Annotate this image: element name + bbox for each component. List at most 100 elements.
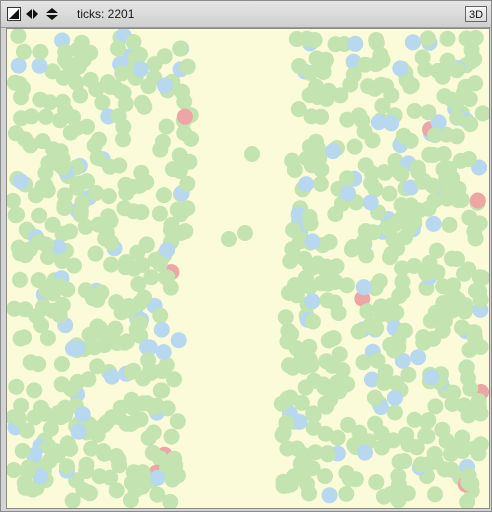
green-agent <box>405 212 422 229</box>
green-agent <box>62 440 79 457</box>
green-agent <box>62 124 79 141</box>
green-agent <box>355 354 372 371</box>
green-agent <box>108 448 125 464</box>
world-view[interactable] <box>6 28 490 509</box>
green-agent <box>397 229 413 246</box>
green-agent <box>51 156 67 173</box>
green-agent <box>319 292 336 309</box>
green-agent <box>107 320 124 337</box>
green-agent <box>77 282 94 299</box>
green-agent <box>420 412 437 429</box>
blue-agent <box>31 57 48 74</box>
green-agent <box>448 95 465 112</box>
green-agent <box>159 400 176 417</box>
green-agent <box>172 40 189 57</box>
green-agent <box>17 479 34 496</box>
green-agent <box>28 308 45 325</box>
green-agent <box>298 150 315 167</box>
ticks-counter: ticks: 2201 <box>77 7 135 21</box>
green-agent <box>100 188 117 205</box>
blue-agent <box>70 423 87 440</box>
three-d-button[interactable]: 3D <box>465 6 487 22</box>
green-agent <box>111 157 128 174</box>
green-agent <box>291 58 308 74</box>
green-agent <box>154 382 171 399</box>
green-agent <box>297 379 314 396</box>
green-agent <box>400 436 417 453</box>
green-agent <box>427 486 443 503</box>
green-agent <box>132 315 149 332</box>
green-agent <box>117 176 134 193</box>
green-agent <box>368 474 385 490</box>
blue-agent <box>170 332 187 349</box>
blue-agent <box>362 194 379 211</box>
green-agent <box>42 420 59 437</box>
green-agent <box>386 342 402 359</box>
green-agent <box>357 223 374 239</box>
green-agent <box>41 453 58 469</box>
green-agent <box>13 89 29 106</box>
green-agent <box>443 250 460 267</box>
green-agent <box>176 125 193 141</box>
green-agent <box>427 127 443 144</box>
blue-agent <box>153 321 170 338</box>
green-agent <box>40 249 56 265</box>
green-agent <box>72 87 89 104</box>
green-agent <box>301 87 318 104</box>
green-agent <box>449 109 466 126</box>
green-agent <box>78 463 95 479</box>
green-agent <box>72 203 89 220</box>
green-agent <box>278 414 295 431</box>
green-agent <box>37 405 54 422</box>
green-agent <box>466 329 483 346</box>
speed-arrows-icon[interactable] <box>45 7 59 21</box>
green-agent <box>406 411 423 428</box>
green-agent <box>390 468 407 485</box>
green-agent <box>419 30 436 47</box>
green-agent <box>383 297 400 314</box>
green-agent <box>77 218 94 235</box>
green-agent <box>376 374 393 391</box>
green-agent <box>87 245 104 262</box>
green-agent <box>64 492 81 508</box>
green-agent <box>321 234 338 250</box>
green-agent <box>377 164 393 181</box>
green-agent <box>134 94 151 111</box>
green-agent <box>304 313 321 330</box>
green-agent <box>125 362 142 379</box>
blue-agent <box>12 173 29 190</box>
green-agent <box>281 284 297 301</box>
blue-agent <box>370 114 387 131</box>
green-agent <box>102 78 119 95</box>
green-agent <box>32 43 49 60</box>
green-agent <box>460 467 477 484</box>
green-agent <box>27 187 44 204</box>
green-agent <box>467 29 484 46</box>
green-agent <box>69 41 86 58</box>
green-agent <box>448 62 465 79</box>
green-agent <box>144 444 161 461</box>
green-agent <box>393 166 410 183</box>
green-agent <box>308 133 324 150</box>
green-agent <box>341 470 358 487</box>
green-agent <box>395 127 412 144</box>
green-agent <box>381 185 398 202</box>
green-agent <box>367 415 384 432</box>
edit-view-icon[interactable] <box>7 7 21 21</box>
green-agent <box>103 256 120 273</box>
green-agent <box>296 250 313 267</box>
green-agent <box>87 324 104 340</box>
step-arrows-icon[interactable] <box>25 7 39 21</box>
green-agent <box>89 426 106 443</box>
green-agent <box>221 231 237 247</box>
green-agent <box>10 29 27 44</box>
green-agent <box>155 187 172 204</box>
green-agent <box>81 485 98 502</box>
toolbar: ticks: 2201 3D <box>1 1 491 28</box>
green-agent <box>456 397 473 414</box>
green-agent <box>420 104 437 121</box>
green-agent <box>140 78 157 95</box>
blue-agent <box>386 389 403 406</box>
green-agent <box>434 322 451 339</box>
green-agent <box>139 395 156 412</box>
